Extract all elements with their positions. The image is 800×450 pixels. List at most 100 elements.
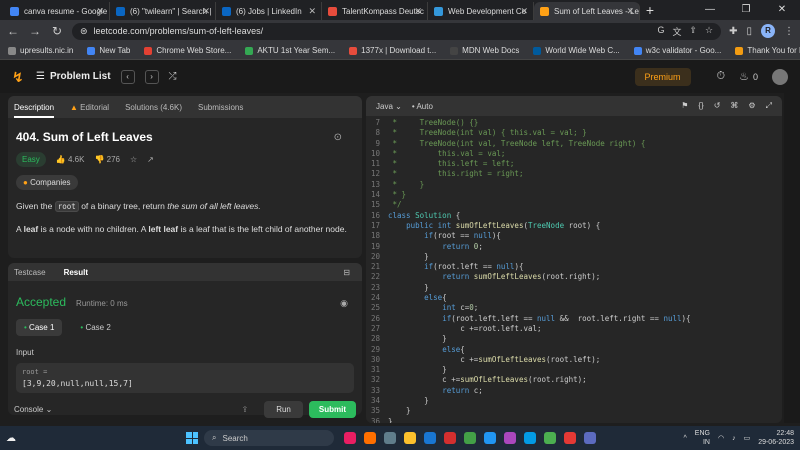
streak-fire-icon[interactable]: ♨: [739, 70, 749, 83]
clock[interactable]: 22:48 29-06-2023: [758, 429, 794, 447]
share-icon[interactable]: ⇪: [689, 25, 697, 38]
chrome-icon[interactable]: [544, 432, 556, 444]
weather-icon[interactable]: ☁: [6, 433, 16, 444]
browser-tab[interactable]: TalentKompass Deutsc ✕: [322, 2, 428, 20]
bookmark-star-icon[interactable]: ☆: [705, 25, 713, 38]
vscode-icon[interactable]: [484, 432, 496, 444]
premium-button[interactable]: Premium: [634, 67, 691, 86]
app-icon[interactable]: [384, 432, 396, 444]
site-info-icon[interactable]: ⊜: [80, 26, 88, 37]
collapse-icon[interactable]: ⊟: [343, 268, 350, 277]
browser-tab[interactable]: Sum of Left Leaves - Le ✕: [534, 2, 640, 20]
console-toggle[interactable]: Console ⌄: [14, 405, 52, 414]
fullscreen-icon[interactable]: ⤢: [766, 101, 772, 111]
language-indicator[interactable]: ENG IN: [695, 429, 710, 447]
new-tab-button[interactable]: +: [640, 2, 660, 20]
close-tab-icon[interactable]: ✕: [520, 6, 528, 17]
bookmark-item[interactable]: MDN Web Docs: [450, 46, 519, 55]
app-icon[interactable]: [444, 432, 456, 444]
dislike-button[interactable]: 👎 276: [94, 155, 120, 164]
url-input[interactable]: ⊜ leetcode.com/problems/sum-of-left-leav…: [72, 22, 722, 40]
like-button[interactable]: 👍 4.6K: [56, 155, 85, 164]
runtime-label: Runtime: 0 ms: [76, 299, 128, 308]
view-icon[interactable]: ◉: [340, 298, 348, 309]
star-icon[interactable]: ☆: [130, 155, 137, 164]
language-select[interactable]: Java ⌄: [376, 102, 402, 111]
app-icon[interactable]: [344, 432, 356, 444]
app-icon[interactable]: [364, 432, 376, 444]
reload-icon[interactable]: ↻: [50, 24, 64, 38]
maximize-icon[interactable]: ❐: [728, 0, 764, 20]
app-icon[interactable]: [464, 432, 476, 444]
settings-gear-icon[interactable]: ⚙: [748, 101, 755, 111]
close-tab-icon[interactable]: ✕: [202, 6, 210, 17]
bookmark-item[interactable]: Thank You for Dow...: [735, 46, 800, 55]
next-problem-button[interactable]: ›: [144, 69, 159, 84]
prev-problem-button[interactable]: ‹: [120, 69, 135, 84]
leetcode-logo-icon[interactable]: ↯: [12, 70, 26, 84]
browser-tab[interactable]: (6) "twilearn" | Search | ✕: [110, 2, 216, 20]
case-2-tab[interactable]: • Case 2: [72, 319, 118, 336]
windows-start-icon[interactable]: [186, 432, 198, 444]
close-window-icon[interactable]: ✕: [764, 0, 800, 20]
wifi-icon[interactable]: ◠: [718, 434, 724, 442]
tab-description[interactable]: Description: [14, 103, 55, 118]
bookmark-item[interactable]: w3c validator - Goo...: [633, 46, 721, 55]
bookmark-item[interactable]: World Wide Web C...: [533, 46, 620, 55]
upload-icon[interactable]: ⇪: [242, 405, 249, 414]
battery-icon[interactable]: ▭: [744, 434, 751, 442]
minimize-icon[interactable]: —: [692, 0, 728, 20]
browser-tab[interactable]: (6) Jobs | LinkedIn ✕: [216, 2, 322, 20]
profile-avatar[interactable]: R: [761, 24, 775, 38]
companies-tag[interactable]: ● Companies: [16, 175, 78, 190]
forward-icon[interactable]: →: [28, 24, 42, 38]
browser-tab[interactable]: canva resume - Google ✕: [4, 2, 110, 20]
share-link-icon[interactable]: ↗: [147, 155, 154, 164]
extensions-icon[interactable]: ✚: [729, 26, 737, 37]
tab-result[interactable]: Result: [64, 268, 88, 277]
back-icon[interactable]: ←: [6, 24, 20, 38]
translate-icon[interactable]: 文: [672, 25, 681, 38]
app-icon[interactable]: [504, 432, 516, 444]
bookmark-item[interactable]: upresults.nic.in: [8, 46, 73, 55]
run-button[interactable]: Run: [264, 400, 303, 418]
menu-dots-icon[interactable]: ⋮: [784, 26, 794, 37]
braces-icon[interactable]: {}: [698, 101, 703, 111]
browser-tab[interactable]: Web Development Co ✕: [428, 2, 534, 20]
google-icon[interactable]: G: [657, 25, 664, 38]
bookmark-label: Chrome Web Store...: [156, 46, 232, 55]
app-icon[interactable]: [564, 432, 576, 444]
reset-icon[interactable]: ↺: [714, 101, 721, 111]
code-area[interactable]: 7 * TreeNode() {} 8 * TreeNode(int val) {…: [366, 118, 782, 423]
close-tab-icon[interactable]: ✕: [626, 6, 634, 17]
tab-solutions[interactable]: Solutions (4.6K): [125, 103, 182, 112]
submit-button[interactable]: Submit: [308, 400, 356, 418]
app-icon[interactable]: [524, 432, 536, 444]
app-icon[interactable]: [584, 432, 596, 444]
close-tab-icon[interactable]: ✕: [308, 6, 316, 17]
bookmark-icon[interactable]: ⚑: [681, 101, 688, 111]
tab-editorial[interactable]: ▲ Editorial: [70, 103, 109, 112]
user-avatar[interactable]: [772, 68, 788, 85]
app-icon[interactable]: [424, 432, 436, 444]
bookmark-item[interactable]: 1377x | Download t...: [349, 46, 436, 55]
tab-submissions[interactable]: Submissions: [198, 103, 243, 112]
tray-expand-icon[interactable]: ^: [683, 435, 686, 442]
case-1-tab[interactable]: • Case 1: [16, 319, 63, 336]
sidepanel-icon[interactable]: ▯: [746, 26, 752, 37]
file-explorer-icon[interactable]: [404, 432, 416, 444]
shuffle-icon[interactable]: ⤮: [169, 71, 177, 82]
note-icon[interactable]: ⊙: [334, 132, 342, 143]
bookmark-item[interactable]: AKTU 1st Year Sem...: [245, 46, 335, 55]
volume-icon[interactable]: ♪: [732, 435, 736, 442]
close-tab-icon[interactable]: ✕: [96, 6, 104, 17]
taskbar-search-input[interactable]: ⌕ Search: [204, 430, 334, 446]
bookmark-item[interactable]: New Tab: [87, 46, 130, 55]
close-tab-icon[interactable]: ✕: [414, 6, 422, 17]
tab-testcase[interactable]: Testcase: [14, 268, 46, 277]
problem-list-link[interactable]: ☰ Problem List: [36, 71, 111, 82]
bookmark-item[interactable]: Chrome Web Store...: [144, 46, 231, 55]
shortcut-icon[interactable]: ⌘: [730, 101, 738, 111]
mode-toggle[interactable]: • Auto: [412, 102, 433, 111]
timer-icon[interactable]: ⏱: [717, 70, 726, 83]
